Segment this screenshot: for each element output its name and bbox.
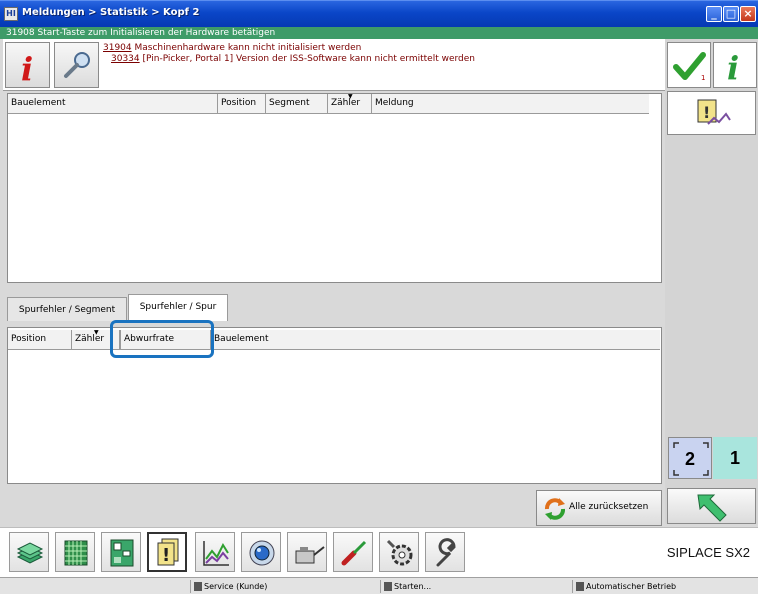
refresh-icon — [545, 498, 565, 520]
tab-spurfehler-segment[interactable]: Spurfehler / Segment — [7, 297, 127, 321]
status-mode-text: Automatischer Betrieb — [586, 582, 677, 591]
highlight-annotation — [110, 320, 214, 358]
status-mode: Automatischer Betrieb — [572, 580, 758, 593]
tool-oilcan-button[interactable] — [287, 532, 327, 572]
right-panel: 1 i ! 2 1 — [665, 39, 758, 524]
page-2-label: 2 — [684, 449, 695, 469]
message-line-2[interactable]: 30334 [Pin-Picker, Portal 1] Version der… — [111, 54, 475, 64]
tool-grid-button[interactable] — [55, 532, 95, 572]
page-1-button[interactable]: 1 — [713, 437, 757, 479]
column-header[interactable]: Segment — [266, 94, 328, 113]
page-2-button[interactable]: 2 — [668, 437, 712, 479]
bottom-toolbar: ! SIPLACE SX2 — [0, 527, 758, 577]
app-icon: HI — [4, 7, 18, 21]
message-code[interactable]: 30334 — [111, 54, 140, 64]
status-line-text: 31908 Start-Taste zum Initialisieren der… — [6, 28, 276, 38]
table-header: Bauelement Position Segment Zähler ▼ Mel… — [8, 93, 649, 114]
message-code[interactable]: 31904 — [103, 43, 132, 53]
column-header[interactable]: Meldung — [372, 94, 649, 113]
minimize-button[interactable]: _ — [706, 6, 722, 22]
search-button[interactable] — [54, 42, 99, 88]
window-title: Meldungen > Statistik > Kopf 2 — [22, 7, 200, 18]
sort-down-icon: ▼ — [348, 93, 353, 100]
maximize-button[interactable]: □ — [723, 6, 739, 22]
title-bar: HI Meldungen > Statistik > Kopf 2 _ □ × — [0, 0, 758, 27]
svg-text:!: ! — [703, 103, 710, 122]
tab-spurfehler-spur[interactable]: Spurfehler / Spur — [128, 294, 228, 321]
wrench-icon — [436, 538, 456, 567]
column-header[interactable]: Bauelement — [211, 330, 660, 349]
tool-wrench-button[interactable] — [425, 532, 465, 572]
column-header[interactable]: Bauelement — [8, 94, 218, 113]
column-header[interactable]: Position — [218, 94, 266, 113]
close-button[interactable]: × — [740, 6, 756, 22]
magnifier-icon — [64, 52, 90, 78]
reset-all-label: Alle zurücksetzen — [569, 502, 649, 512]
info-red-button[interactable]: i — [5, 42, 50, 88]
statistics-icon: ! — [697, 99, 731, 125]
status-service-text: Service (Kunde) — [204, 582, 268, 591]
status-start-text: Starten... — [394, 582, 432, 591]
arrow-back-icon — [697, 494, 727, 522]
line-chart-icon — [203, 541, 229, 566]
info-red-icon: i — [21, 50, 33, 88]
tool-stack-button[interactable] — [9, 532, 49, 572]
start-icon — [384, 582, 392, 591]
message-text: [Pin-Picker, Portal 1] Version der ISS-S… — [139, 54, 475, 64]
sort-down-icon: ▼ — [94, 329, 99, 336]
tool-camera-button[interactable] — [241, 532, 281, 572]
svg-text:i: i — [727, 49, 739, 87]
statistics-view-button[interactable]: ! — [667, 91, 756, 135]
oilcan-icon — [295, 546, 325, 564]
info-green-icon: i — [727, 49, 739, 87]
camera-icon — [249, 540, 275, 566]
stack-icon — [16, 542, 44, 564]
warning-page-icon: ! — [157, 538, 179, 566]
table-header: Position Zähler ▼ Abwurfrate Bauelement — [8, 329, 660, 350]
back-button[interactable] — [667, 488, 756, 524]
maximize-icon: □ — [725, 7, 737, 20]
info-green-button[interactable]: i — [713, 42, 757, 88]
message-line-1[interactable]: 31904 Maschinenhardware kann nicht initi… — [103, 43, 361, 53]
status-line: 31908 Start-Taste zum Initialisieren der… — [0, 27, 758, 39]
gear-icon — [386, 539, 413, 566]
svg-text:!: ! — [162, 545, 170, 566]
minimize-icon: _ — [711, 7, 717, 20]
tool-board-button[interactable] — [101, 532, 141, 572]
grid-icon — [64, 540, 88, 566]
tool-messages-button[interactable]: ! — [147, 532, 187, 572]
ack-count: 1 — [701, 74, 706, 82]
product-name: SIPLACE SX2 — [666, 545, 750, 560]
track-errors-table: Position Zähler ▼ Abwurfrate Bauelement — [7, 327, 662, 484]
message-area: i 31904 Maschinenhardware kann nicht ini… — [3, 39, 665, 91]
status-start: Starten... — [380, 580, 570, 593]
screwdriver-icon — [341, 540, 367, 566]
board-icon — [110, 539, 134, 567]
status-service: Service (Kunde) — [190, 580, 380, 593]
close-icon: × — [743, 7, 753, 20]
checkmark-icon — [673, 52, 706, 80]
user-icon — [194, 582, 202, 591]
tool-chart-button[interactable] — [195, 532, 235, 572]
mode-icon — [576, 582, 584, 591]
acknowledge-button[interactable]: 1 — [667, 42, 711, 88]
page-1-label: 1 — [729, 448, 740, 468]
tool-screwdriver-button[interactable] — [333, 532, 373, 572]
message-text: Maschinenhardware kann nicht initialisie… — [131, 43, 362, 53]
tool-settings-button[interactable] — [379, 532, 419, 572]
svg-text:i: i — [21, 50, 33, 88]
column-header[interactable]: Position — [8, 330, 72, 349]
components-table: Bauelement Position Segment Zähler ▼ Mel… — [7, 93, 662, 283]
status-bar: Service (Kunde) Starten... Automatischer… — [0, 577, 758, 594]
reset-all-button[interactable]: Alle zurücksetzen — [536, 490, 662, 526]
